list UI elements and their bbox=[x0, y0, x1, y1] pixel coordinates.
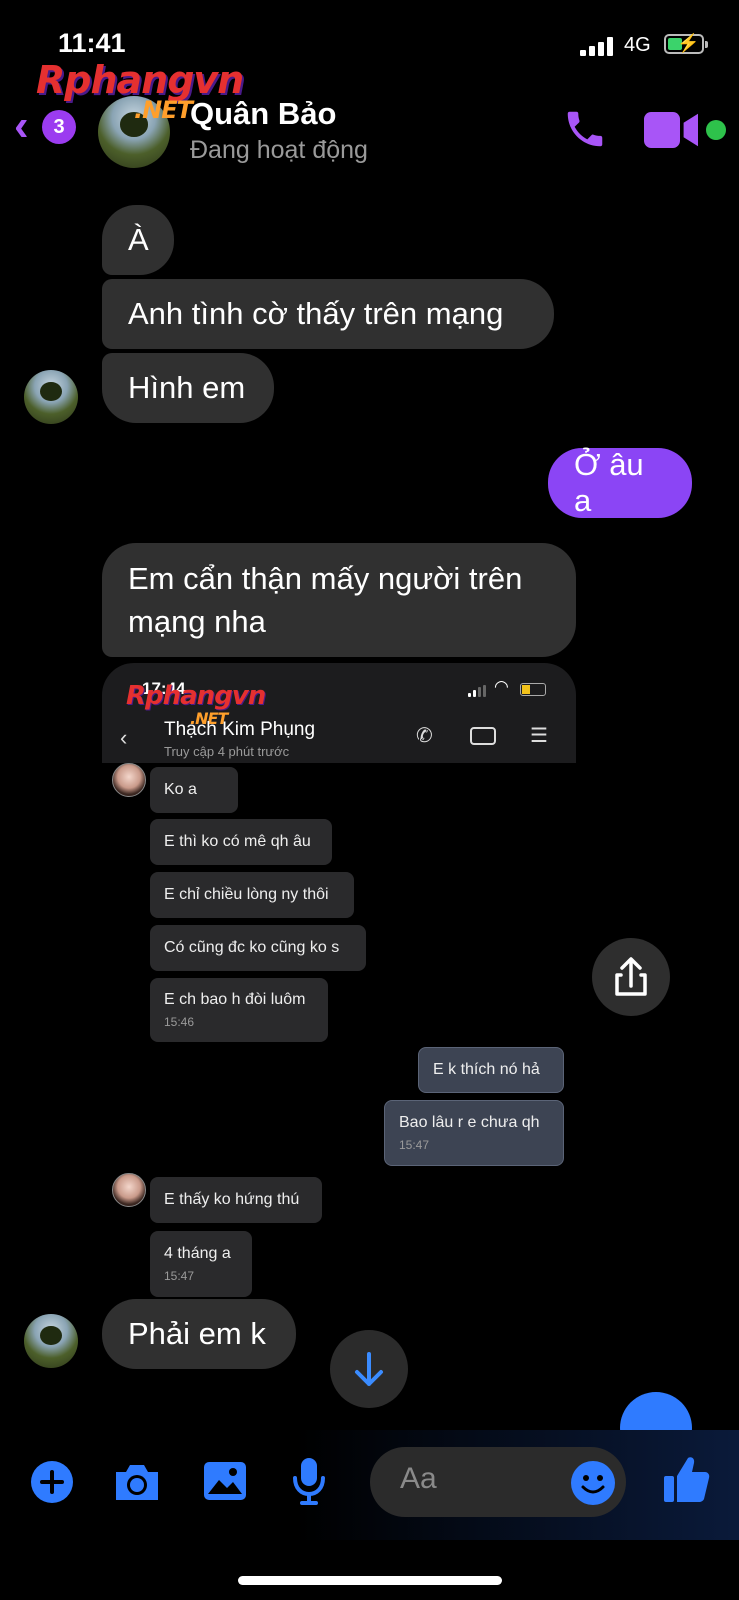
message-text: À bbox=[128, 222, 149, 257]
microphone-icon[interactable] bbox=[292, 1456, 326, 1506]
share-button[interactable] bbox=[592, 938, 670, 1016]
embedded-message-sent: Bao lâu r e chưa qh 15:47 bbox=[384, 1100, 564, 1166]
embedded-avatar bbox=[112, 1173, 146, 1207]
plus-icon[interactable] bbox=[30, 1460, 74, 1504]
camera-icon[interactable] bbox=[112, 1460, 162, 1504]
embedded-message: Có cũng đc ko cũng ko s bbox=[150, 925, 366, 971]
watermark-text: Rphangvn bbox=[126, 681, 266, 711]
message-text: Em cẩn thận mấy người trên bbox=[128, 561, 523, 596]
embedded-watermark: Rphangvn bbox=[126, 681, 266, 711]
phone-icon[interactable] bbox=[562, 106, 608, 152]
video-camera-icon[interactable] bbox=[644, 112, 698, 148]
status-time: 11:41 bbox=[58, 28, 126, 58]
message-input-placeholder: Aa bbox=[400, 1462, 437, 1495]
embedded-message: 4 tháng a 15:47 bbox=[150, 1231, 252, 1297]
message-bubble[interactable]: Hình em bbox=[102, 353, 274, 423]
network-label: 4G bbox=[624, 34, 651, 56]
online-indicator bbox=[706, 120, 726, 140]
scroll-down-button[interactable] bbox=[330, 1330, 408, 1408]
embedded-avatar bbox=[112, 763, 146, 797]
message-bubble-sent[interactable]: Ở âu a bbox=[548, 447, 692, 518]
battery-icon: ⚡ bbox=[664, 33, 708, 54]
signal-icon bbox=[580, 36, 614, 56]
back-chevron-icon[interactable]: ‹ bbox=[14, 104, 29, 148]
embedded-message-sent: E k thích nó hả bbox=[418, 1047, 564, 1093]
message-text: Ở âu a bbox=[574, 447, 644, 518]
embedded-signal-icon bbox=[468, 685, 488, 697]
message-bubble[interactable]: Phải em k bbox=[102, 1299, 296, 1369]
gallery-icon[interactable] bbox=[202, 1460, 248, 1502]
embedded-video-icon bbox=[470, 727, 496, 745]
arrow-down-icon bbox=[355, 1352, 383, 1386]
embedded-wifi-icon: ◠ bbox=[494, 677, 509, 696]
embedded-contact-name: Thạch Kim Phụng bbox=[164, 719, 316, 740]
home-indicator bbox=[238, 1576, 502, 1585]
image-attachment[interactable]: 17:44 Rphangvn .NET ◠ ‹ Thạch Kim Phụng … bbox=[102, 663, 576, 1303]
message-text: Phải em k bbox=[128, 1316, 266, 1351]
embedded-contact-status: Truy cập 4 phút trước bbox=[164, 744, 290, 759]
message-bubble[interactable]: Anh tình cờ thấy trên mạng bbox=[102, 279, 554, 349]
sender-avatar[interactable] bbox=[24, 370, 78, 424]
thumbs-up-icon[interactable] bbox=[662, 1454, 710, 1504]
watermark-tld: .NET bbox=[134, 96, 193, 124]
embedded-phone-icon: ✆ bbox=[416, 725, 433, 747]
message-text: Anh tình cờ thấy trên mạng bbox=[128, 296, 504, 331]
embedded-message: E thì ko có mê qh âu bbox=[150, 819, 332, 865]
embedded-message: Ko a bbox=[150, 767, 238, 813]
embedded-menu-icon: ☰ bbox=[530, 725, 548, 747]
message-bubble[interactable]: À bbox=[102, 205, 174, 275]
message-text: Hình em bbox=[128, 370, 246, 405]
embedded-message: E chỉ chiều lòng ny thôi bbox=[150, 872, 354, 918]
embedded-battery-icon bbox=[520, 683, 546, 696]
embedded-back-icon: ‹ bbox=[120, 725, 128, 750]
message-text: mạng nha bbox=[128, 604, 266, 639]
message-bubble[interactable]: Em cẩn thận mấy người trên mạng nha bbox=[102, 543, 576, 657]
contact-status: Đang hoạt động bbox=[190, 136, 368, 164]
emoji-icon[interactable] bbox=[570, 1460, 616, 1506]
share-icon bbox=[615, 957, 647, 996]
sender-avatar[interactable] bbox=[24, 1314, 78, 1368]
unread-badge[interactable]: 3 bbox=[42, 110, 76, 144]
embedded-message: E thấy ko hứng thú bbox=[150, 1177, 322, 1223]
embedded-message: E ch bao h đòi luôm 15:46 bbox=[150, 978, 328, 1042]
